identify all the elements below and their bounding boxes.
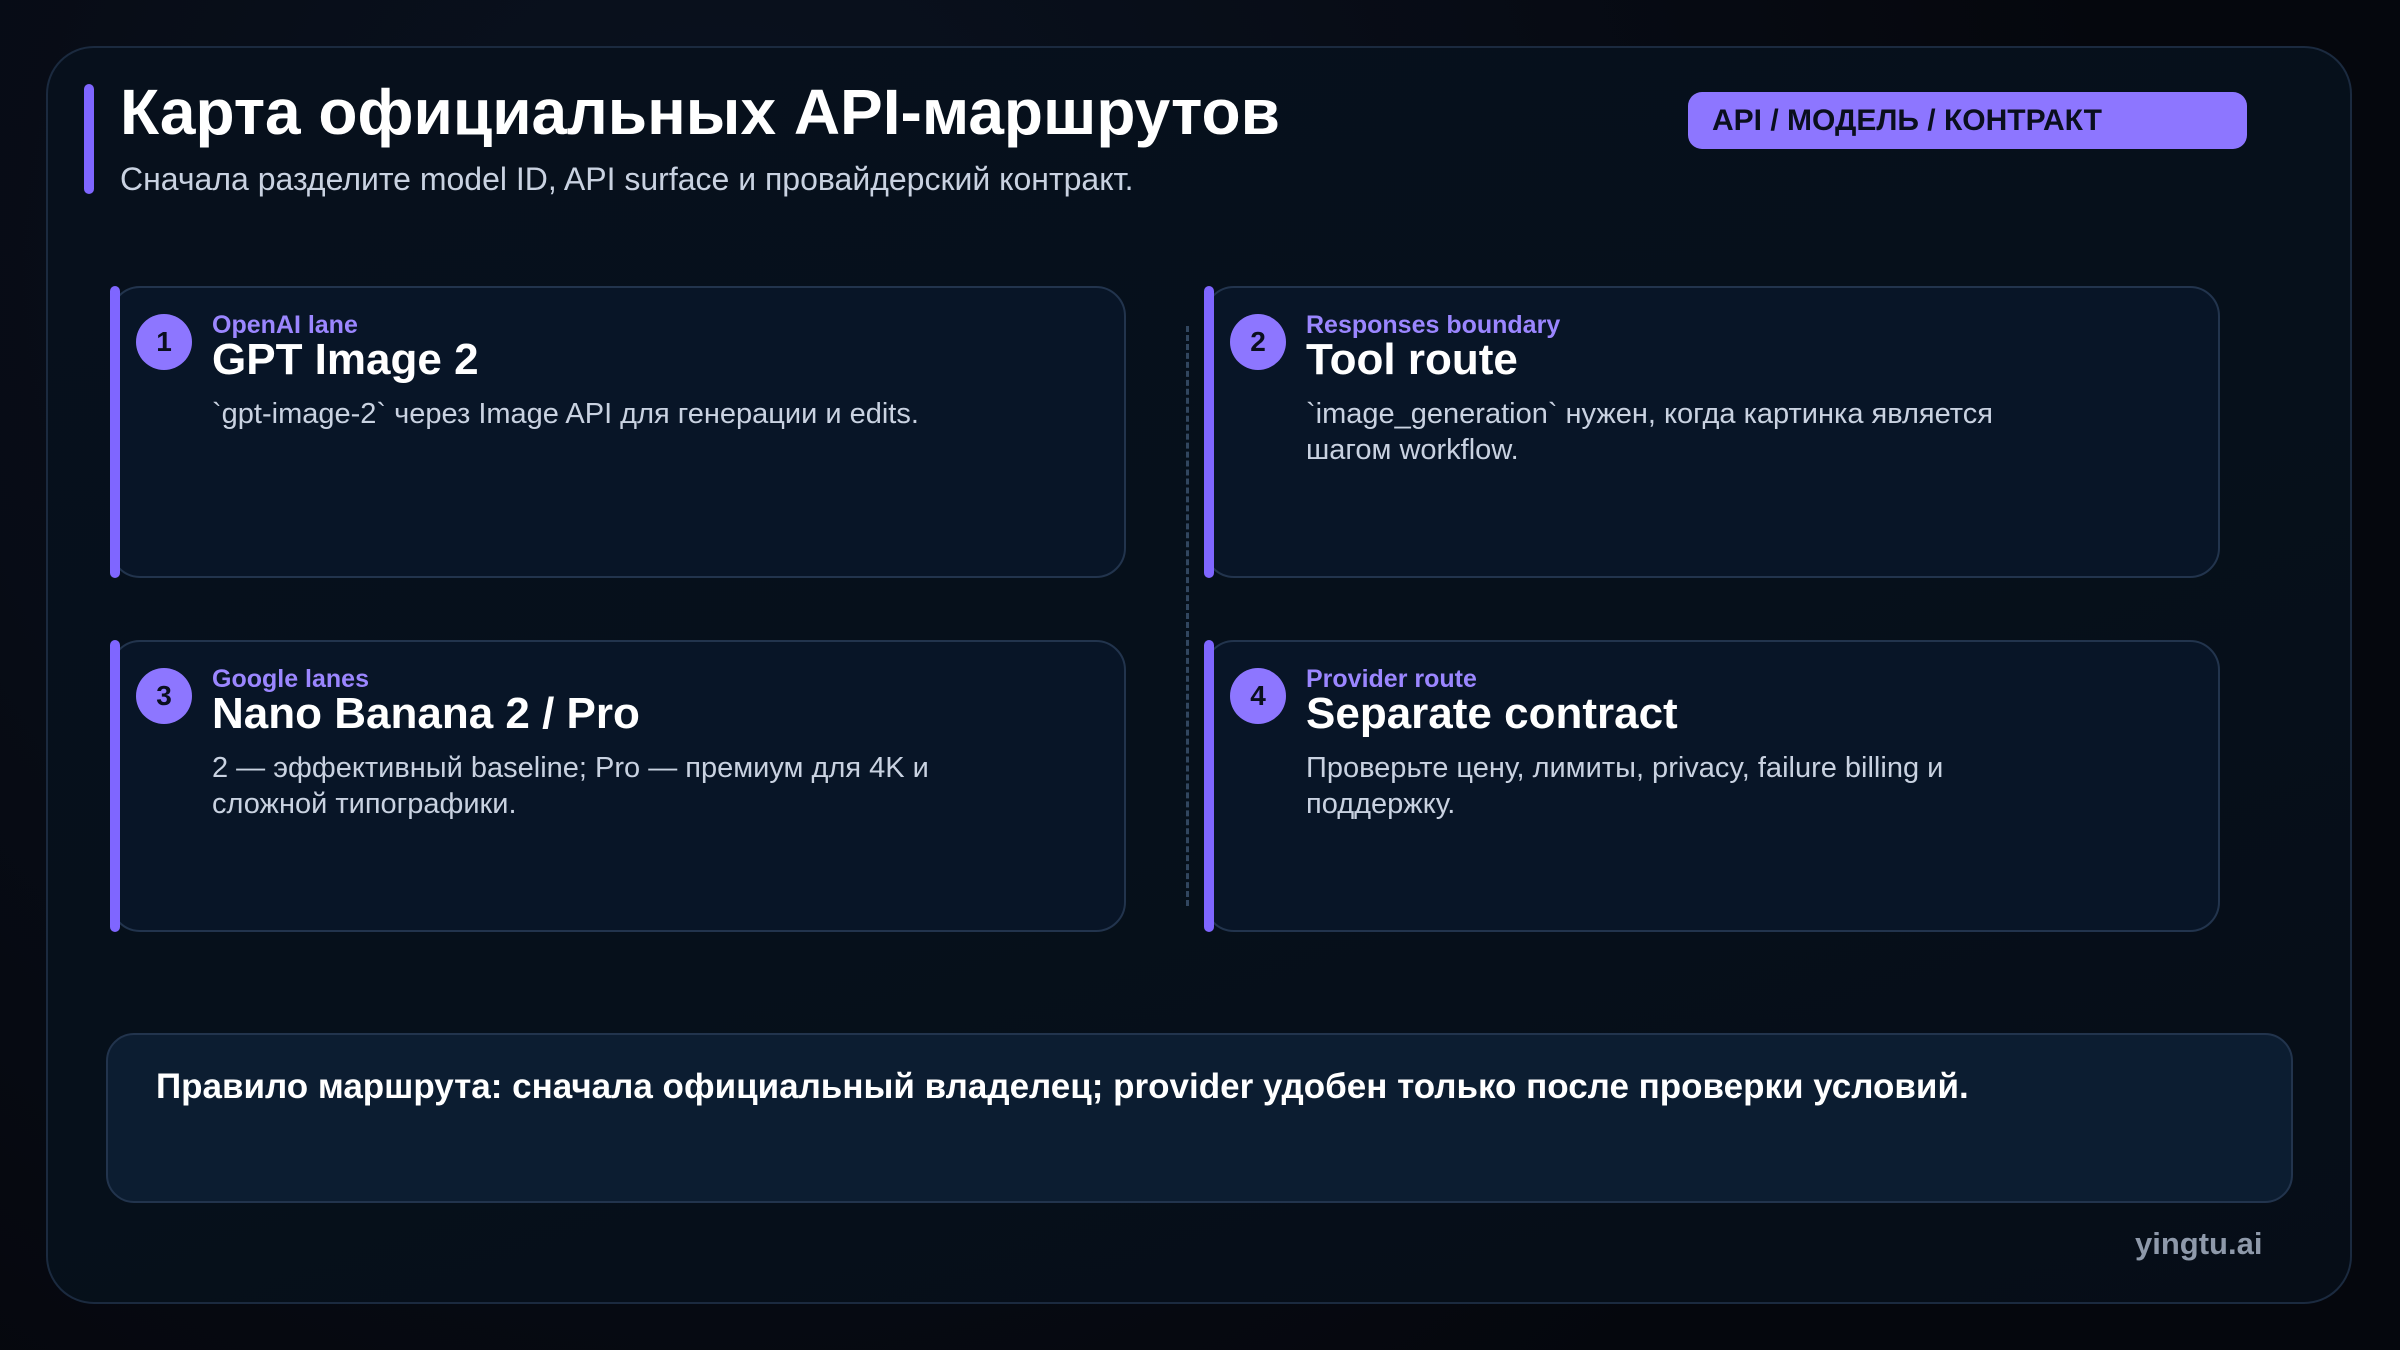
card-description: `gpt-image-2` через Image API для генера… [212,398,919,430]
card-number-badge: 4 [1230,668,1286,724]
card-description: `image_generation` нужен, когда картинка… [1306,398,1993,466]
card-accent-bar [1204,286,1214,578]
route-rule-text: Правило маршрута: сначала официальный вл… [156,1067,1969,1106]
page: Карта официальных API-маршрутов Сначала … [0,0,2400,1350]
card-accent-bar [110,286,120,578]
card-number-badge: 2 [1230,314,1286,370]
card-title: GPT Image 2 [212,335,479,384]
card-accent-bar [1204,640,1214,932]
card-title: Nano Banana 2 / Pro [212,689,640,738]
title-accent-bar [84,84,94,194]
column-divider [1186,326,1189,906]
card-title: Separate contract [1306,689,1678,738]
card-accent-bar [110,640,120,932]
card-description: 2 — эффективный baseline; Pro — премиум … [212,752,929,820]
brand-watermark: yingtu.ai [2135,1226,2263,1261]
page-subtitle: Сначала разделите model ID, API surface … [120,161,1134,197]
card-number-badge: 1 [136,314,192,370]
category-badge: API / МОДЕЛЬ / КОНТРАКТ [1688,92,2247,149]
route-rule-box: Правило маршрута: сначала официальный вл… [106,1033,2293,1203]
page-title: Карта официальных API-маршрутов [120,76,1280,148]
card-title: Tool route [1306,335,1518,384]
card-number-badge: 3 [136,668,192,724]
card-description: Проверьте цену, лимиты, privacy, failure… [1306,752,1944,820]
